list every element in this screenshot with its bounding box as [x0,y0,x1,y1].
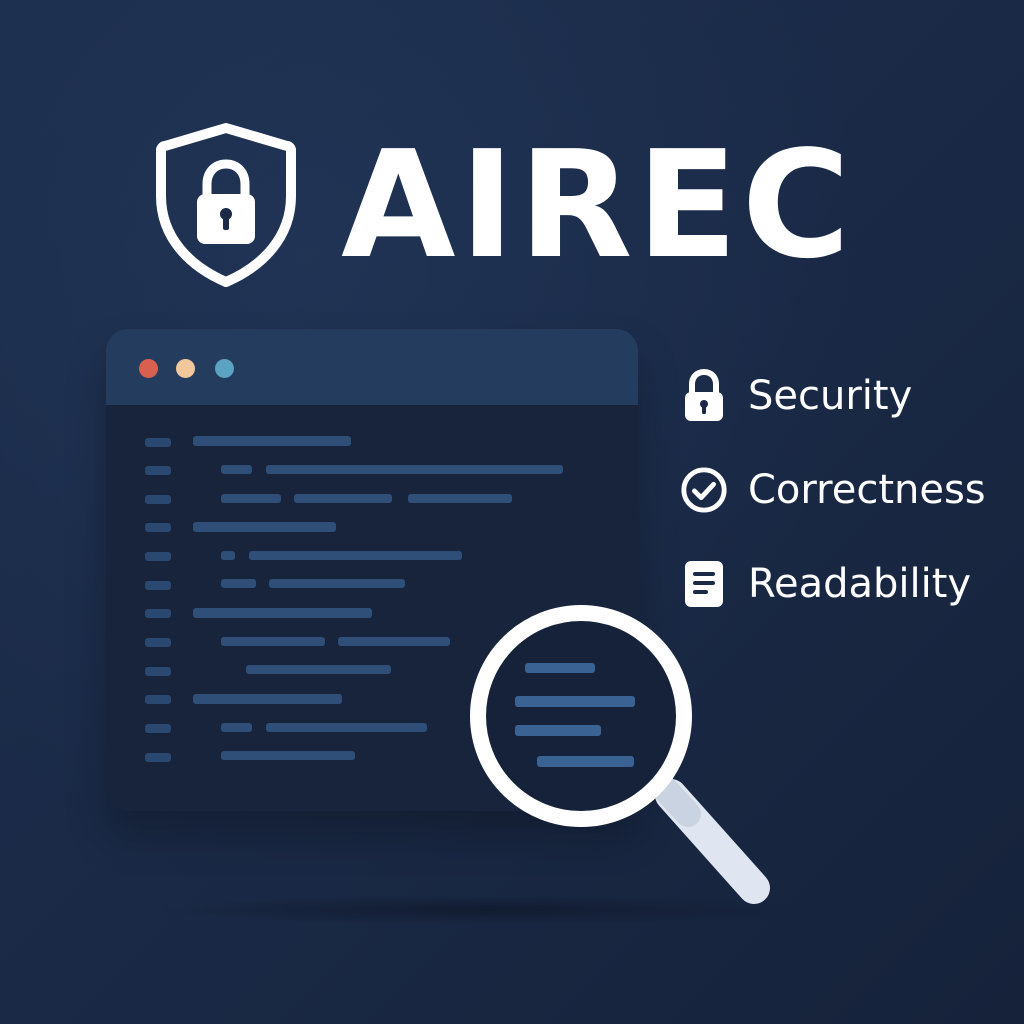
code-line [338,637,450,646]
line-number [145,724,171,733]
feature-security: Security [680,364,912,428]
window-titlebar [106,329,638,405]
code-line [221,465,252,474]
line-number [145,466,171,475]
code-line [266,723,427,732]
line-number [145,523,171,532]
code-line [221,579,256,588]
code-line [221,637,325,646]
close-dot[interactable] [139,359,158,378]
code-line [221,751,355,760]
feature-correctness: Correctness [680,458,986,522]
code-line [193,694,342,704]
minimize-dot[interactable] [176,359,195,378]
brand-title: AIREC [341,119,855,291]
feature-label: Correctness [748,467,986,513]
line-number [145,753,171,762]
code-line [269,579,405,588]
code-line [193,608,372,618]
line-number [145,438,171,447]
code-line [221,494,281,503]
check-circle-icon [680,462,728,518]
line-number [145,552,171,561]
code-line [408,494,512,503]
lock-icon [680,368,728,424]
shield-lock-icon [156,123,296,287]
code-line [266,465,563,474]
feature-label: Security [748,373,913,419]
line-number [145,667,171,676]
code-line [294,494,392,503]
code-line [193,522,336,532]
code-line [221,551,235,560]
maximize-dot[interactable] [215,359,234,378]
code-line [193,436,351,446]
line-number [145,609,171,618]
code-line [249,551,462,560]
code-line [221,723,252,732]
line-number [145,581,171,590]
line-number [145,638,171,647]
line-number [145,695,171,704]
brand-header: AIREC [155,122,854,288]
magnifying-glass-icon [470,605,770,904]
code-line [246,665,391,674]
line-number [145,495,171,504]
